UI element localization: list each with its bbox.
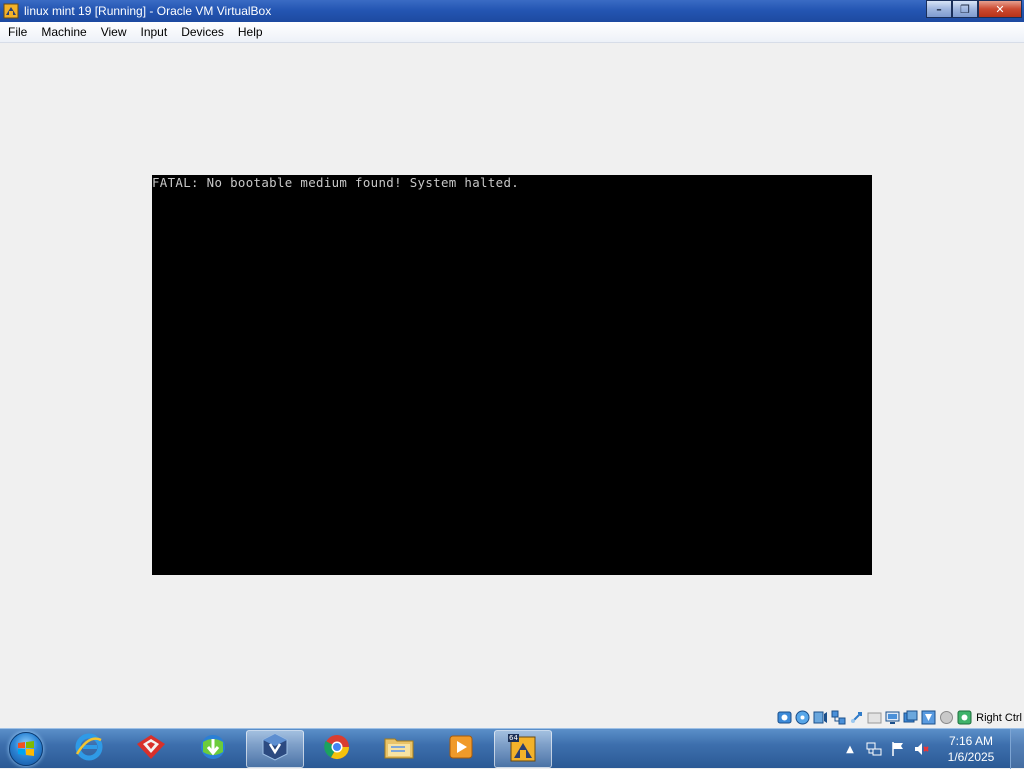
menu-help[interactable]: Help [231, 22, 270, 43]
taskbar-virtualbox-vm[interactable]: 64 [494, 730, 552, 768]
virtualbox-app-icon [2, 2, 20, 20]
taskbar-foxit-reader[interactable] [122, 730, 180, 768]
minimize-icon: – [936, 2, 942, 16]
menu-file[interactable]: File [0, 22, 34, 43]
menu-devices[interactable]: Devices [174, 22, 231, 43]
taskbar-file-explorer[interactable] [370, 730, 428, 768]
network-icon[interactable] [831, 710, 846, 725]
clock-time: 7:16 AM [948, 734, 994, 748]
system-tray: ▲ 7:16 AM 1/6/2025 [838, 729, 1024, 769]
windows-taskbar: 64 ▲ 7:16 AM 1/6/2025 [0, 728, 1024, 769]
hard-disk-icon[interactable] [777, 710, 792, 725]
action-center-flag-icon[interactable] [890, 741, 906, 757]
chrome-icon [322, 732, 352, 766]
start-button[interactable] [6, 730, 46, 768]
show-hidden-icons-icon[interactable]: ▲ [842, 741, 858, 757]
menu-machine[interactable]: Machine [34, 22, 93, 43]
menu-input[interactable]: Input [134, 22, 175, 43]
file-explorer-icon [383, 732, 415, 766]
audio-icon[interactable] [813, 710, 828, 725]
host-key-label: Right Ctrl [976, 711, 1022, 724]
menu-bar: File Machine View Input Devices Help [0, 22, 1024, 43]
vm-screen[interactable]: FATAL: No bootable medium found! System … [152, 175, 872, 575]
taskbar-internet-explorer[interactable] [60, 730, 118, 768]
console-error-message: FATAL: No bootable medium found! System … [152, 175, 520, 190]
recording-icon[interactable] [921, 710, 936, 725]
show-desktop-button[interactable] [1010, 729, 1024, 769]
shared-folders-icon[interactable] [867, 710, 882, 725]
optical-drive-icon[interactable] [795, 710, 810, 725]
internet-explorer-icon [74, 732, 104, 766]
window-title: linux mint 19 [Running] - Oracle VM Virt… [24, 4, 272, 18]
network-icon[interactable] [866, 741, 882, 757]
close-icon: ✕ [995, 2, 1005, 16]
mouse-integration-icon[interactable] [957, 710, 972, 725]
media-player-icon [446, 732, 476, 766]
taskbar-internet-download-manager[interactable] [184, 730, 242, 768]
window-title-bar[interactable]: linux mint 19 [Running] - Oracle VM Virt… [0, 0, 1024, 22]
restore-icon: ❐ [960, 2, 970, 16]
foxit-reader-icon [135, 732, 167, 766]
internet-download-manager-icon [197, 732, 229, 766]
vm-status-bar: Right Ctrl [0, 707, 1024, 728]
clock-date: 1/6/2025 [947, 750, 995, 764]
cpu-icon[interactable] [939, 710, 954, 725]
taskbar-clock[interactable]: 7:16 AM 1/6/2025 [940, 733, 1002, 765]
virtualbox-icon [260, 732, 290, 766]
display-icon[interactable] [885, 710, 900, 725]
close-button[interactable]: ✕ [978, 0, 1022, 18]
taskbar-media-player[interactable] [432, 730, 490, 768]
usb-icon[interactable] [849, 710, 864, 725]
vm-64bit-badge: 64 [508, 734, 519, 742]
video-capture-icon[interactable] [903, 710, 918, 725]
virtualbox-vm-icon: 64 [508, 734, 538, 764]
menu-view[interactable]: View [94, 22, 134, 43]
taskbar-virtualbox[interactable] [246, 730, 304, 768]
windows-logo-icon [9, 732, 43, 766]
vm-display-area: FATAL: No bootable medium found! System … [0, 43, 1024, 707]
minimize-button[interactable]: – [926, 0, 952, 18]
taskbar-chrome[interactable] [308, 730, 366, 768]
restore-button[interactable]: ❐ [952, 0, 978, 18]
speaker-muted-icon[interactable] [914, 741, 930, 757]
